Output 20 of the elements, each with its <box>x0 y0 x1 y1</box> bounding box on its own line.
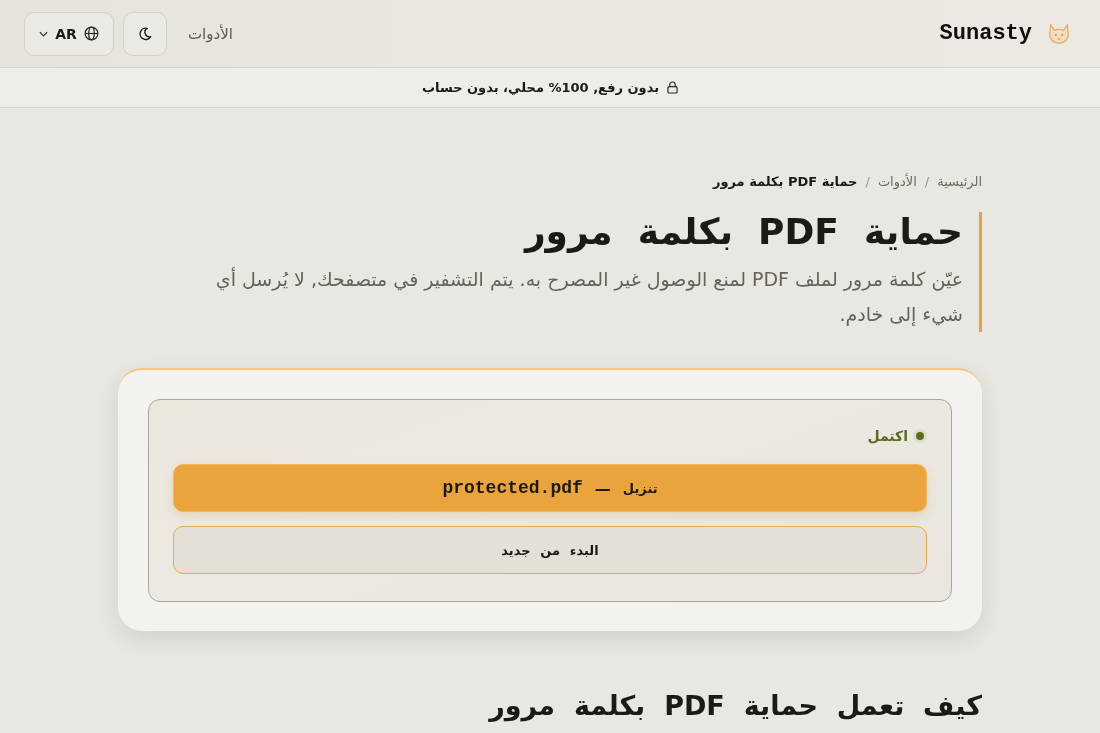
section-heading: كيف تعمل حماية PDF بكلمة مرور <box>487 690 982 721</box>
banner-text: بدون رفع, 100% محلي، بدون حساب <box>421 80 660 95</box>
globe-icon <box>83 26 99 41</box>
page-title: حماية PDF بكلمة مرور <box>522 212 963 252</box>
breadcrumb-link[interactable]: الرئيسية <box>937 174 982 189</box>
restart-button[interactable]: البدء من جديد <box>173 526 927 574</box>
status-text: اكتمل <box>867 428 908 444</box>
tools-nav-link[interactable]: الأدوات <box>188 24 233 43</box>
lock-icon <box>667 81 679 94</box>
breadcrumb-separator: / <box>924 174 930 189</box>
theme-toggle-button[interactable] <box>123 11 167 56</box>
page-description: عيّن كلمة مرور لملف PDF لمنع الوصول غير المصرح به. يتم التشفير في متصفحك, لا يُرسل أي شيء إلى خادم. <box>214 266 963 328</box>
language-button[interactable]: AR <box>24 11 114 56</box>
current-page-label: حماية PDF بكلمة مرور <box>712 174 858 189</box>
breadcrumb-link[interactable]: الأدوات <box>877 174 917 189</box>
moon-icon <box>138 26 152 41</box>
status-dot-icon <box>913 429 927 443</box>
breadcrumb-separator: / <box>865 174 870 189</box>
chevron-down-icon <box>39 30 49 37</box>
logo-text[interactable]: Sunasty <box>939 21 1032 46</box>
